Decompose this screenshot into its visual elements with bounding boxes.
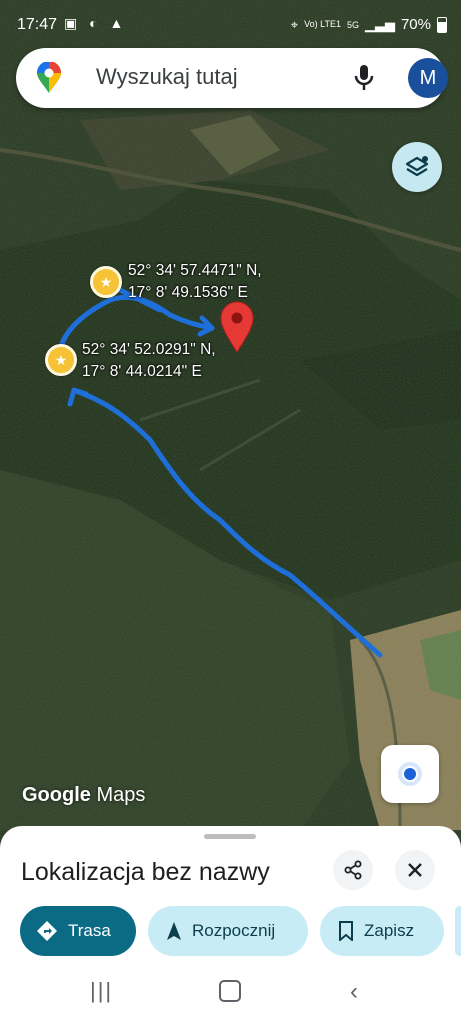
search-placeholder[interactable]: Wyszukaj tutaj — [96, 64, 238, 90]
share-button[interactable] — [333, 850, 373, 890]
logo-google-text: Google — [22, 784, 91, 806]
waypoint-2-coords: 52° 34' 52.0291" N, 17° 8' 44.0214" E — [82, 339, 216, 383]
home-icon[interactable] — [219, 980, 241, 1002]
close-button[interactable] — [395, 850, 435, 890]
signal-label: 5G — [346, 19, 359, 30]
waypoint-2-lat: 52° 34' 52.0291" N, — [82, 341, 216, 358]
save-label: Zapisz — [364, 921, 415, 940]
avatar[interactable]: M — [408, 58, 448, 98]
waypoint-star-icon[interactable]: ★ — [90, 266, 122, 298]
layers-button[interactable] — [392, 142, 442, 192]
directions-button[interactable]: Trasa — [20, 906, 136, 956]
waypoint-1-lat: 52° 34' 57.4471" N, — [128, 262, 262, 279]
signal-icon: ▁▃▅ — [364, 16, 395, 32]
start-button[interactable]: Rozpocznij — [148, 906, 308, 956]
waypoint-1-coords: 52° 34' 57.4471" N, 17° 8' 49.1536" E — [128, 260, 262, 304]
bookmark-icon — [339, 921, 353, 941]
location-status-icon: ⌖ — [290, 16, 299, 32]
share-icon — [344, 860, 362, 880]
close-icon — [408, 863, 422, 877]
layers-icon — [405, 156, 429, 177]
more-actions-chip[interactable] — [455, 906, 461, 956]
recent-apps-icon[interactable]: ||| — [90, 978, 113, 1004]
back-icon[interactable]: ‹ — [350, 978, 358, 1006]
android-nav-bar: ||| ‹ — [0, 966, 461, 1024]
my-location-button[interactable] — [381, 745, 439, 803]
place-title: Lokalizacja bez nazwy — [21, 858, 270, 886]
logo-maps-text: Maps — [96, 784, 146, 806]
place-sheet[interactable]: Lokalizacja bez nazwy Trasa Rozpocznij Z… — [0, 826, 461, 1024]
navigation-arrow-icon — [167, 922, 181, 940]
directions-label: Trasa — [68, 921, 111, 940]
notification-icons: ▣ ◐ ▲ — [64, 15, 128, 31]
microphone-icon[interactable] — [353, 64, 375, 97]
google-maps-logo: Google Maps — [22, 784, 145, 807]
status-bar: 17:47 ▣ ◐ ▲ ⌖ Vo) LTE1 5G ▁▃▅ 70% — [0, 0, 461, 52]
save-button[interactable]: Zapisz — [320, 906, 444, 956]
status-time: 17:47 — [17, 16, 58, 33]
directions-icon — [37, 921, 57, 941]
waypoint-1-lng: 17° 8' 49.1536" E — [128, 284, 248, 301]
waypoint-2-lng: 17° 8' 44.0214" E — [82, 363, 202, 380]
battery-level: 70% — [400, 16, 431, 33]
network-label: Vo) LTE1 — [304, 19, 341, 29]
waypoint-star-icon[interactable]: ★ — [45, 344, 77, 376]
my-location-icon — [398, 762, 422, 786]
search-bar[interactable]: Wyszukaj tutaj M — [16, 48, 448, 108]
battery-icon — [437, 16, 447, 33]
maps-logo-icon — [36, 61, 62, 99]
sheet-drag-handle[interactable] — [204, 834, 256, 839]
start-label: Rozpocznij — [192, 921, 276, 940]
